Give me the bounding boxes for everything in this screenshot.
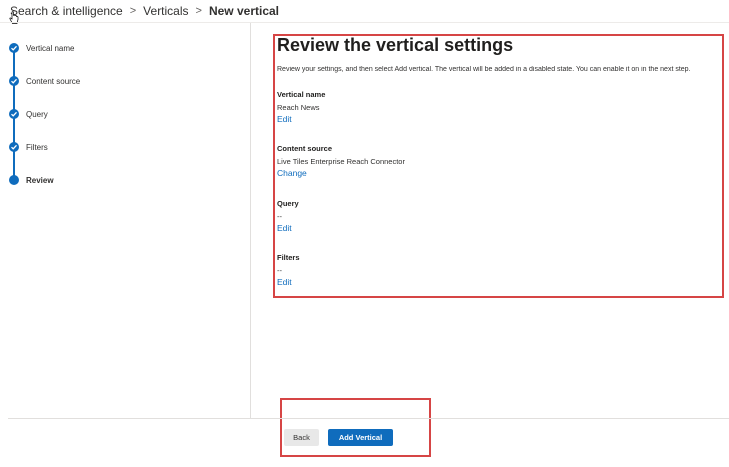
breadcrumb-separator: > xyxy=(129,5,137,17)
current-step-dot-icon xyxy=(9,175,19,185)
step-label: Content source xyxy=(26,76,81,86)
checkmark-icon xyxy=(9,43,19,53)
review-panel: Review the vertical settings Review your… xyxy=(277,34,729,287)
section-value: Live Tiles Enterprise Reach Connector xyxy=(277,157,405,166)
stepper-divider xyxy=(250,23,251,418)
annotation-highlight-box xyxy=(280,398,431,457)
review-instructions: Review your settings, and then select Ad… xyxy=(277,66,691,73)
section-title: Vertical name xyxy=(277,90,326,99)
section-query: Query -- Edit xyxy=(277,199,299,233)
step-label: Vertical name xyxy=(26,43,75,53)
breadcrumb: Search & intelligence > Verticals > New … xyxy=(10,3,279,19)
step-content-source[interactable]: Content source xyxy=(9,75,80,87)
section-value: Reach News xyxy=(277,103,320,112)
header-divider xyxy=(0,22,729,23)
section-filters: Filters -- Edit xyxy=(277,253,300,287)
footer-divider xyxy=(8,418,729,419)
breadcrumb-current-new-vertical: New vertical xyxy=(208,4,280,18)
checkmark-icon xyxy=(9,76,19,86)
breadcrumb-verticals[interactable]: Verticals xyxy=(143,4,188,18)
section-title: Query xyxy=(277,199,299,208)
step-review[interactable]: Review xyxy=(9,174,54,186)
section-value: -- xyxy=(277,212,282,221)
section-title: Filters xyxy=(277,253,300,262)
section-content-source: Content source Live Tiles Enterprise Rea… xyxy=(277,144,405,178)
step-vertical-name[interactable]: Vertical name xyxy=(9,42,74,54)
page-title: Review the vertical settings xyxy=(277,35,514,55)
step-query[interactable]: Query xyxy=(9,108,48,120)
edit-query-link[interactable]: Edit xyxy=(277,223,299,233)
step-filters[interactable]: Filters xyxy=(9,141,48,153)
add-vertical-button[interactable]: Add Vertical xyxy=(328,429,393,446)
step-label: Review xyxy=(26,175,54,185)
step-label: Query xyxy=(26,109,48,119)
edit-filters-link[interactable]: Edit xyxy=(277,277,300,287)
change-content-source-link[interactable]: Change xyxy=(277,168,405,178)
breadcrumb-separator: > xyxy=(195,5,202,17)
section-title: Content source xyxy=(277,144,333,153)
section-value: -- xyxy=(277,266,282,275)
checkmark-icon xyxy=(9,109,19,119)
breadcrumb-search-intelligence[interactable]: Search & intelligence xyxy=(10,4,123,18)
section-vertical-name: Vertical name Reach News Edit xyxy=(277,90,325,124)
edit-vertical-name-link[interactable]: Edit xyxy=(277,114,325,124)
back-button[interactable]: Back xyxy=(284,429,319,446)
checkmark-icon xyxy=(9,142,19,152)
new-vertical-page: Search & intelligence > Verticals > New … xyxy=(0,0,729,467)
step-label: Filters xyxy=(26,142,48,152)
